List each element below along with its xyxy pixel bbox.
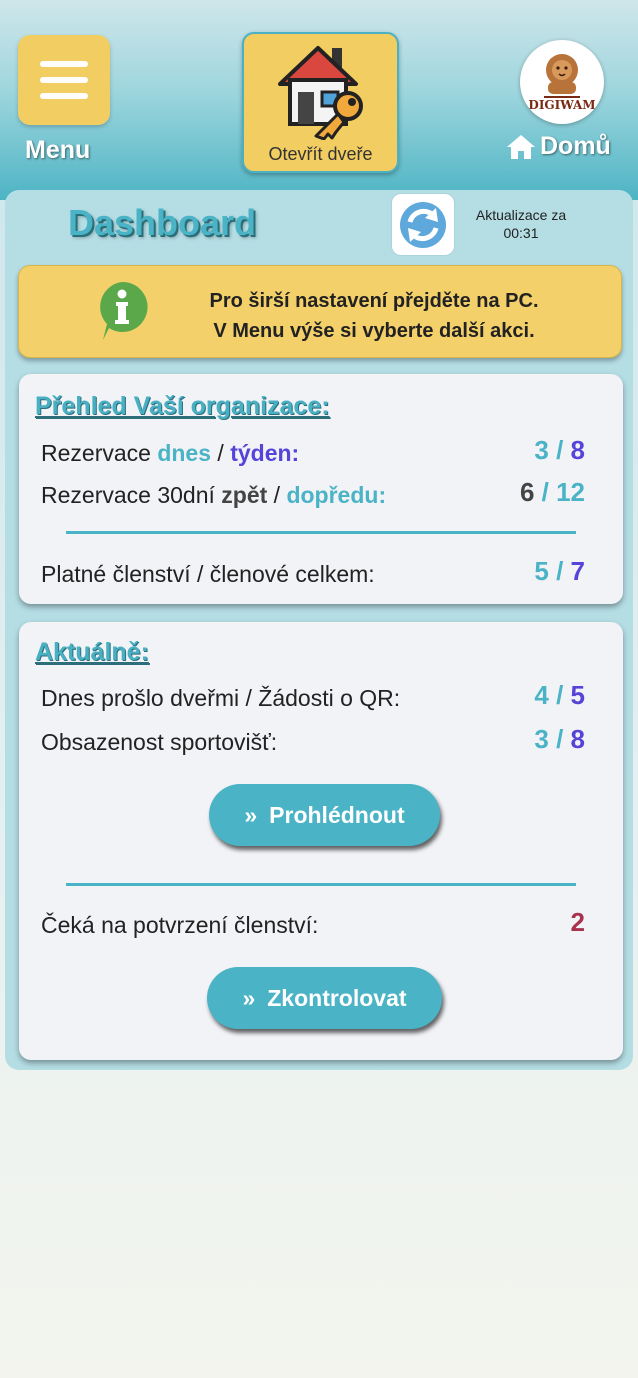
info-text: Pro širší nastavení přejděte na PC. V Me… — [159, 286, 589, 346]
home-label: Domů — [540, 132, 611, 160]
value-back: 6 — [519, 477, 535, 507]
current-title: Aktuálně: — [35, 638, 149, 666]
value-separator: / — [548, 724, 571, 754]
memberships-value: 5 / 7 — [534, 556, 585, 587]
open-door-button[interactable]: Otevřít dveře — [242, 32, 399, 173]
organization-logo: DIGIWAM — [520, 40, 604, 124]
reservations-30-days-label: Rezervace 30dní zpět / dopředu: — [41, 482, 386, 509]
menu-label[interactable]: Menu — [25, 136, 90, 165]
refresh-countdown: Aktualizace za 00:31 — [462, 206, 580, 242]
label-part-today: dnes — [157, 440, 212, 466]
occupancy-value: 3 / 8 — [534, 724, 585, 755]
hamburger-icon — [40, 61, 88, 67]
refresh-button[interactable] — [391, 193, 455, 256]
value-valid: 5 — [534, 556, 549, 586]
value-qr-requests: 5 — [570, 680, 585, 710]
view-button[interactable]: » Prohlédnout — [209, 784, 440, 846]
label-part: Rezervace — [41, 440, 158, 466]
info-line-1: Pro širší nastavení přejděte na PC. — [209, 290, 539, 312]
menu-button[interactable] — [18, 35, 110, 125]
label-separator: / — [267, 482, 287, 508]
value-total: 7 — [570, 556, 585, 586]
double-chevron-right-icon: » — [242, 984, 256, 1011]
open-door-label: Otevřít dveře — [268, 144, 373, 164]
check-button-label: Zkontrolovat — [267, 984, 407, 1011]
info-icon — [100, 281, 148, 340]
value-week: 8 — [570, 435, 585, 465]
house-key-icon — [278, 46, 363, 140]
logo-text: DIGIWAM — [528, 98, 596, 112]
value-total: 8 — [570, 724, 585, 754]
view-button-label: Prohlédnout — [269, 801, 405, 828]
value-entries: 4 — [534, 680, 549, 710]
home-icon — [507, 134, 535, 159]
pending-memberships-value: 2 — [570, 907, 585, 937]
reservations-today-week-label: Rezervace dnes / týden: — [41, 440, 299, 467]
divider — [66, 531, 576, 534]
memberships-label: Platné členství / členové celkem: — [41, 561, 375, 587]
occupancy-label: Obsazenost sportovišť: — [41, 729, 278, 755]
label-part: Rezervace 30dní — [41, 482, 222, 508]
value-today: 3 — [534, 435, 549, 465]
current-card: Aktuálně: Dnes prošlo dveřmi / Žádosti o… — [19, 622, 623, 1060]
hamburger-icon — [40, 77, 88, 83]
door-entries-label: Dnes prošlo dveřmi / Žádosti o QR: — [41, 685, 401, 711]
reservations-today-week-value: 3 / 8 — [534, 435, 585, 466]
info-line-2: V Menu výše si vyberte další akci. — [213, 320, 535, 342]
overview-title: Přehled Vaší organizace: — [35, 392, 330, 420]
value-separator: / — [548, 680, 571, 710]
divider — [66, 883, 576, 886]
value-separator: / — [548, 435, 571, 465]
refresh-icon — [400, 201, 446, 248]
value-forward: 12 — [556, 477, 585, 507]
value-separator: / — [548, 556, 571, 586]
reservations-30-days-value: 6 / 12 — [520, 477, 585, 508]
pending-memberships-label: Čeká na potvrzení členství: — [41, 912, 319, 938]
check-button[interactable]: » Zkontrolovat — [207, 967, 442, 1029]
value-occupied: 3 — [534, 724, 549, 754]
double-chevron-right-icon: » — [244, 801, 258, 828]
label-part-forward: dopředu: — [286, 482, 387, 508]
page-title: Dashboard — [68, 202, 257, 243]
label-part-week: týden: — [230, 440, 300, 466]
value-separator: / — [534, 477, 557, 507]
label-separator: / — [211, 440, 231, 466]
label-part-back: zpět — [221, 482, 268, 508]
refresh-label: Aktualizace za — [475, 207, 567, 223]
refresh-time: 00:31 — [503, 225, 539, 241]
home-link[interactable]: Domů — [506, 132, 611, 161]
overview-card: Přehled Vaší organizace: Rezervace dnes … — [19, 374, 623, 604]
door-entries-value: 4 / 5 — [534, 680, 585, 711]
info-banner: Pro širší nastavení přejděte na PC. V Me… — [18, 265, 622, 358]
hamburger-icon — [40, 93, 88, 99]
